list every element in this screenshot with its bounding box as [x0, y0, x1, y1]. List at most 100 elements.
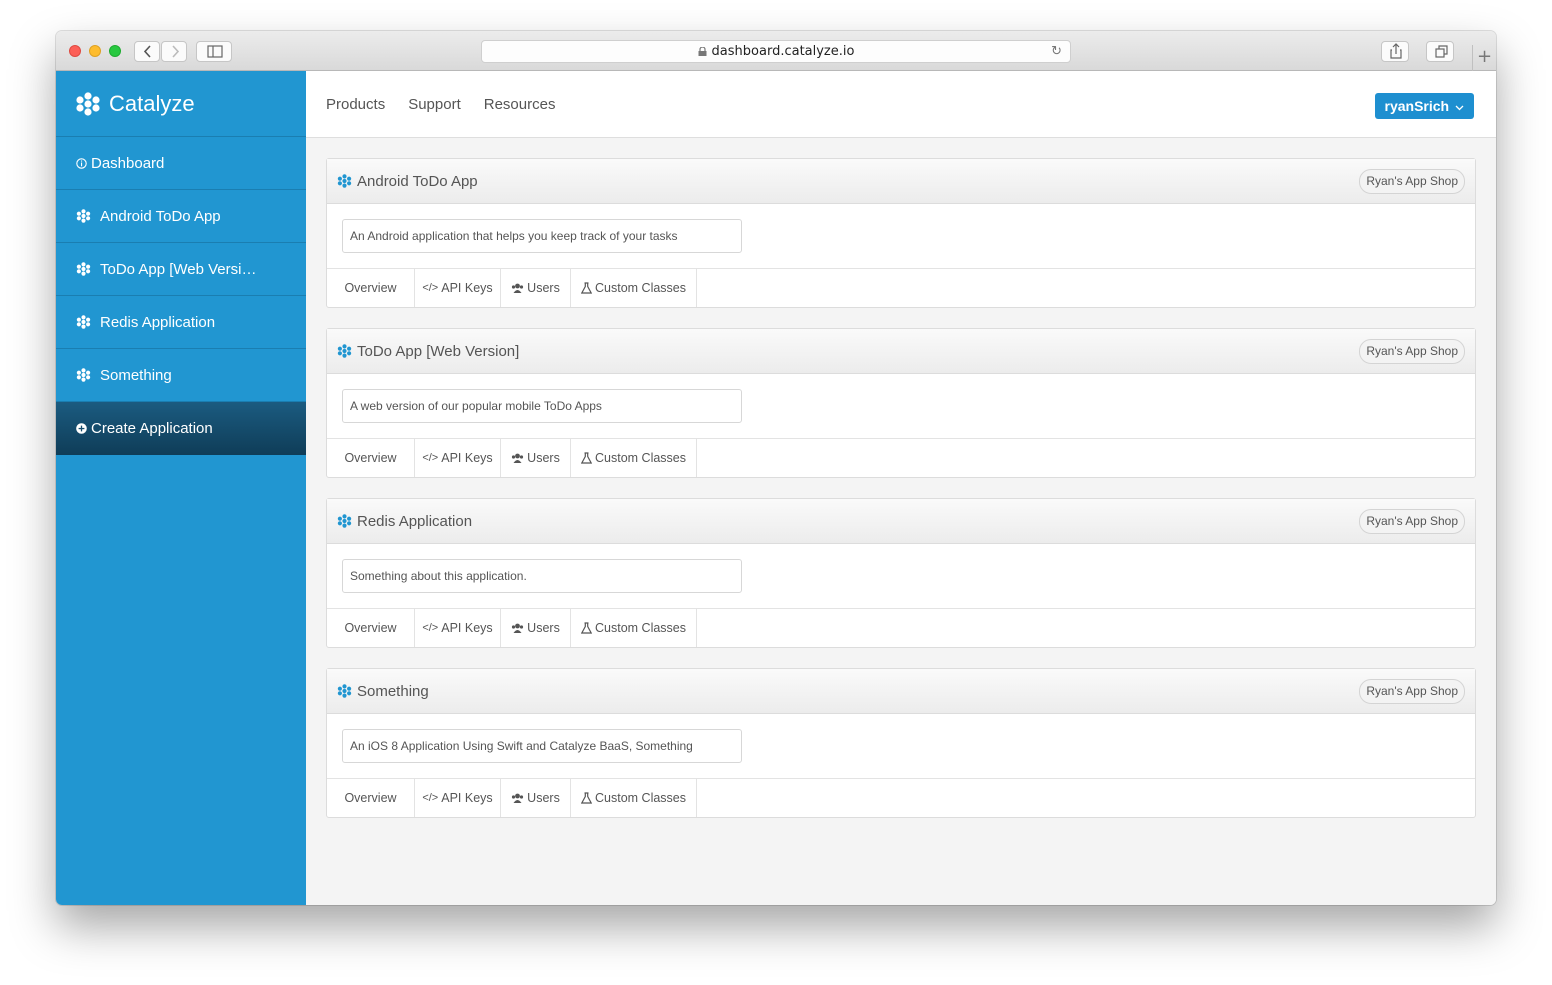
create-application-button[interactable]: Create Application [56, 402, 306, 455]
username: ryanSrich [1384, 98, 1450, 114]
flask-icon [581, 282, 592, 294]
users-icon [511, 623, 524, 634]
create-application-label: Create Application [91, 420, 213, 437]
card-header: Something Ryan's App Shop [327, 669, 1475, 714]
card-header: Android ToDo App Ryan's App Shop [327, 159, 1475, 204]
app-card-something: Something Ryan's App Shop An iOS 8 Appli… [326, 668, 1476, 818]
sidebar-toggle-button[interactable] [196, 41, 232, 62]
card-body: An iOS 8 Application Using Swift and Cat… [327, 714, 1475, 779]
card-body: A web version of our popular mobile ToDo… [327, 374, 1475, 439]
sidebar-item-label: Something [100, 366, 172, 384]
nav-support[interactable]: Support [408, 96, 461, 113]
app-flower-icon [337, 684, 352, 698]
main-content: Products Support Resources ryanSrich And… [306, 71, 1496, 905]
tab-users[interactable]: Users [501, 269, 571, 307]
app-card-todo-web: ToDo App [Web Version] Ryan's App Shop A… [326, 328, 1476, 478]
app-flower-icon [76, 262, 92, 276]
card-body: An Android application that helps you ke… [327, 204, 1475, 269]
app-flower-icon [337, 344, 352, 358]
tab-custom-classes[interactable]: Custom Classes [571, 269, 697, 307]
description-field[interactable]: A web version of our popular mobile ToDo… [342, 389, 742, 423]
sidebar-item-redis-application[interactable]: Redis Application [56, 296, 306, 349]
description-field[interactable]: Something about this application. [342, 559, 742, 593]
card-tabs: Overview </> API Keys Users Custom Classe… [327, 779, 1475, 817]
tabs-icon [1435, 45, 1448, 58]
flask-icon [581, 792, 592, 804]
tab-users[interactable]: Users [501, 609, 571, 647]
code-icon: </> [422, 792, 439, 804]
description-field[interactable]: An iOS 8 Application Using Swift and Cat… [342, 729, 742, 763]
app-flower-icon [337, 514, 352, 528]
top-navigation: Products Support Resources ryanSrich [306, 71, 1496, 138]
card-tabs: Overview </> API Keys Users Custom Classe… [327, 609, 1475, 647]
code-icon: </> [422, 282, 439, 294]
tab-users[interactable]: Users [501, 439, 571, 477]
app-title[interactable]: ToDo App [Web Version] [357, 343, 519, 360]
address-bar[interactable]: dashboard.catalyze.io ↻ [481, 40, 1071, 63]
sidebar-item-todo-web[interactable]: ToDo App [Web Versi… [56, 243, 306, 296]
forward-button[interactable] [161, 41, 187, 62]
tab-overview[interactable]: Overview [327, 779, 415, 817]
sidebar-item-something[interactable]: Something [56, 349, 306, 402]
tabs-overview-button[interactable] [1426, 41, 1454, 62]
app-title[interactable]: Redis Application [357, 513, 472, 530]
app-flower-icon [76, 315, 92, 329]
app-flower-icon [76, 209, 92, 223]
card-body: Something about this application. [327, 544, 1475, 609]
chevron-left-icon [143, 45, 151, 58]
share-button[interactable] [1381, 41, 1409, 62]
info-circle-icon [76, 157, 88, 169]
close-window-button[interactable] [69, 45, 81, 57]
tab-api-keys[interactable]: </> API Keys [415, 779, 501, 817]
brand-name: Catalyze [109, 90, 195, 116]
reload-icon[interactable]: ↻ [1051, 41, 1062, 62]
chevron-right-icon [172, 45, 180, 58]
zoom-window-button[interactable] [109, 45, 121, 57]
app-flower-icon [76, 368, 92, 382]
card-tabs: Overview </> API Keys Users Custom Classe… [327, 439, 1475, 477]
app-card-android-todo: Android ToDo App Ryan's App Shop An Andr… [326, 158, 1476, 308]
flask-icon [581, 452, 592, 464]
brand-logo[interactable]: Catalyze [56, 71, 306, 137]
description-field[interactable]: An Android application that helps you ke… [342, 219, 742, 253]
browser-toolbar: dashboard.catalyze.io ↻ + [56, 31, 1496, 71]
share-icon [1390, 43, 1402, 59]
org-badge[interactable]: Ryan's App Shop [1359, 339, 1465, 364]
tab-custom-classes[interactable]: Custom Classes [571, 609, 697, 647]
tab-custom-classes[interactable]: Custom Classes [571, 779, 697, 817]
sidebar-item-dashboard[interactable]: Dashboard [56, 137, 306, 190]
minimize-window-button[interactable] [89, 45, 101, 57]
new-tab-button[interactable]: + [1472, 45, 1496, 71]
tab-custom-classes[interactable]: Custom Classes [571, 439, 697, 477]
url-text: dashboard.catalyze.io [711, 44, 855, 59]
tab-overview[interactable]: Overview [327, 609, 415, 647]
app-title[interactable]: Android ToDo App [357, 173, 478, 190]
tab-users[interactable]: Users [501, 779, 571, 817]
org-badge[interactable]: Ryan's App Shop [1359, 679, 1465, 704]
card-tabs: Overview </> API Keys Users Custom Classe… [327, 269, 1475, 307]
tab-api-keys[interactable]: </> API Keys [415, 439, 501, 477]
tab-api-keys[interactable]: </> API Keys [415, 269, 501, 307]
app-title[interactable]: Something [357, 683, 429, 700]
tab-overview[interactable]: Overview [327, 269, 415, 307]
sidebar-item-label: Dashboard [91, 154, 165, 172]
nav-products[interactable]: Products [326, 96, 385, 113]
sidebar-item-label: Redis Application [100, 313, 216, 331]
back-button[interactable] [134, 41, 160, 62]
nav-resources[interactable]: Resources [484, 96, 556, 113]
org-badge[interactable]: Ryan's App Shop [1359, 169, 1465, 194]
sidebar: Catalyze Dashboard Android ToDo App ToDo… [56, 71, 306, 905]
browser-window: dashboard.catalyze.io ↻ + Catalyze Dashb… [56, 31, 1496, 905]
user-menu-button[interactable]: ryanSrich [1374, 93, 1474, 119]
tab-api-keys[interactable]: </> API Keys [415, 609, 501, 647]
sidebar-item-android-todo-app[interactable]: Android ToDo App [56, 190, 306, 243]
lock-icon [698, 47, 707, 56]
tab-overview[interactable]: Overview [327, 439, 415, 477]
users-icon [511, 453, 524, 464]
users-icon [511, 793, 524, 804]
sidebar-item-label: ToDo App [Web Versi… [100, 260, 257, 278]
app-flower-icon [337, 174, 352, 188]
users-icon [511, 283, 524, 294]
org-badge[interactable]: Ryan's App Shop [1359, 509, 1465, 534]
plus-circle-icon [76, 423, 88, 434]
